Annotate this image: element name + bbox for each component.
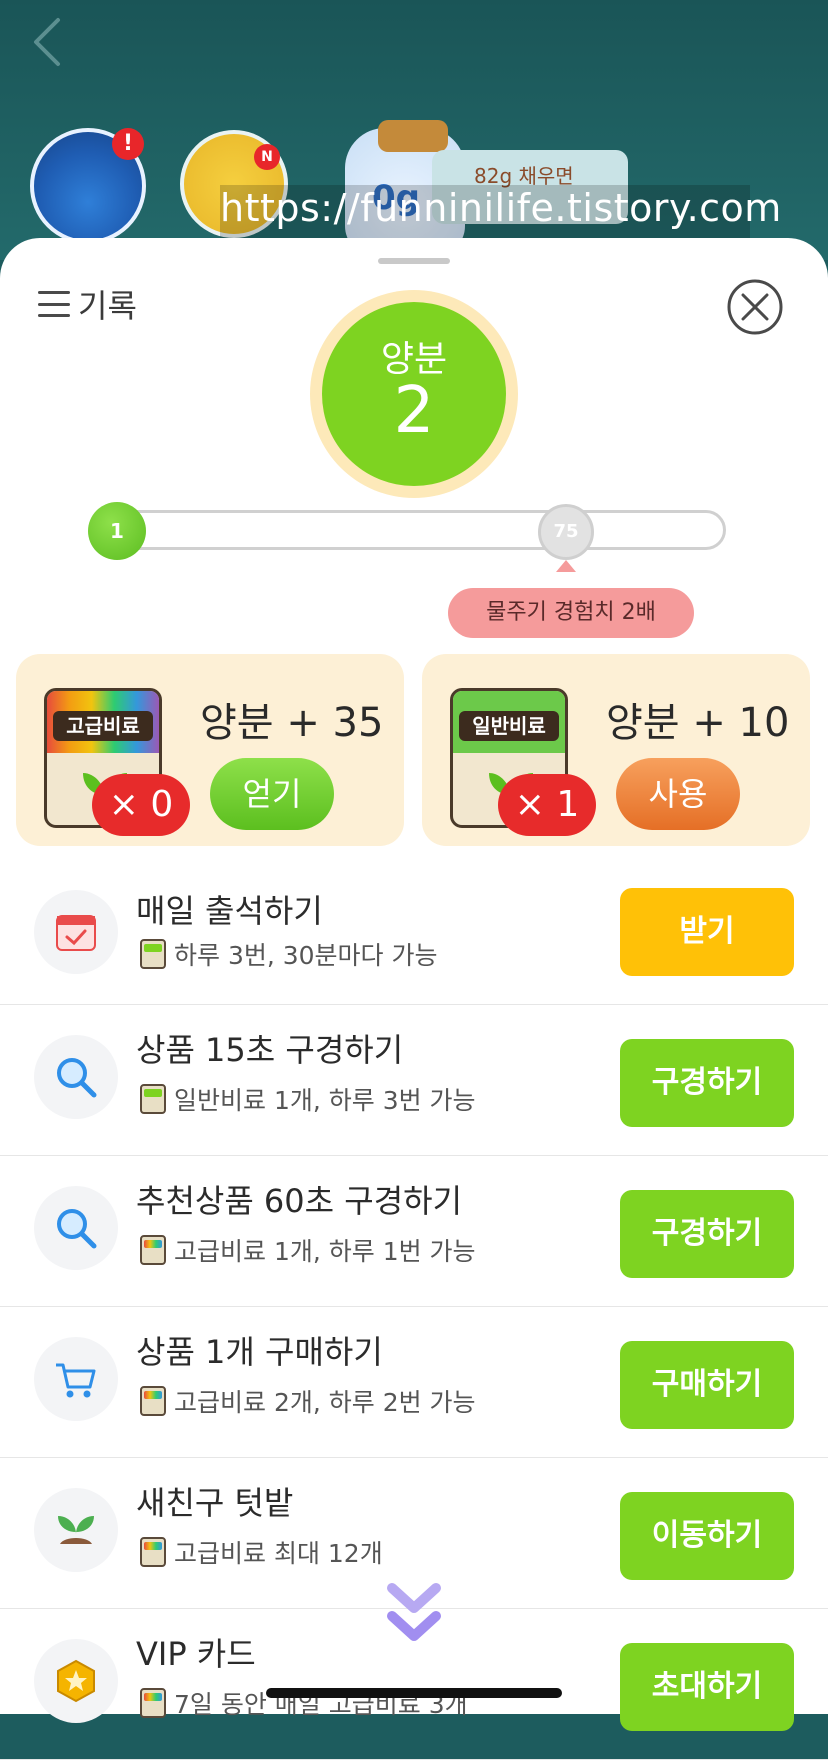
bag-label: 고급비료 xyxy=(53,711,153,741)
sheet-grabber[interactable] xyxy=(378,258,450,264)
task-subtitle: 고급비료 1개, 하루 1번 가능 xyxy=(140,1232,476,1268)
task-title: 상품 1개 구매하기 xyxy=(136,1333,383,1371)
move-button[interactable]: 이동하기 xyxy=(620,1492,794,1580)
claim-button[interactable]: 받기 xyxy=(620,888,794,976)
progress-end-marker: 75 xyxy=(538,504,594,560)
regular-fertilizer-icon xyxy=(140,1084,166,1114)
tooltip-arrow xyxy=(556,560,576,572)
menu-icon xyxy=(38,291,70,317)
progress-start-marker: 1 xyxy=(88,502,146,560)
double-chevron-down-icon[interactable] xyxy=(386,1580,442,1648)
task-title: VIP 카드 xyxy=(136,1635,256,1673)
bag-label: 일반비료 xyxy=(459,711,559,741)
list-item: 추천상품 60초 구경하기 고급비료 1개, 하루 1번 가능 구경하기 xyxy=(0,1156,828,1307)
watermark-text: https://funninilife.tistory.com xyxy=(220,186,782,230)
list-item: 상품 1개 구매하기 고급비료 2개, 하루 2번 가능 구매하기 xyxy=(0,1307,828,1458)
buy-button[interactable]: 구매하기 xyxy=(620,1341,794,1429)
regular-fertilizer-card: 일반비료 × 1 양분 + 10 사용 xyxy=(422,654,810,846)
fertilizer-amount: 양분 + 35 xyxy=(200,700,384,746)
task-subtitle: 일반비료 1개, 하루 3번 가능 xyxy=(140,1081,476,1117)
task-subtitle-text: 고급비료 1개, 하루 1번 가능 xyxy=(174,1237,476,1266)
fertilizer-count: × 0 xyxy=(92,774,190,836)
record-label: 기록 xyxy=(78,287,137,325)
calendar-icon xyxy=(34,890,118,974)
list-item: 매일 출석하기 하루 3번, 30분마다 가능 받기 xyxy=(0,866,828,1005)
premium-fertilizer-icon xyxy=(140,1235,166,1265)
task-subtitle: 하루 3번, 30분마다 가능 xyxy=(140,936,438,972)
progress-track xyxy=(92,510,726,550)
close-icon[interactable] xyxy=(726,278,784,336)
record-button[interactable]: 기록 xyxy=(38,284,137,325)
search-icon xyxy=(34,1035,118,1119)
search-icon xyxy=(34,1186,118,1270)
fertilizer-amount: 양분 + 10 xyxy=(606,700,790,746)
cart-icon xyxy=(34,1337,118,1421)
reward-tooltip: 물주기 경험치 2배 xyxy=(448,588,694,638)
sprout-icon xyxy=(34,1488,118,1572)
task-subtitle-text: 하루 3번, 30분마다 가능 xyxy=(174,941,438,970)
alert-badge: ! xyxy=(112,128,144,160)
nutrient-level-badge: 양분 2 xyxy=(322,302,506,486)
invite-button[interactable]: 초대하기 xyxy=(620,1643,794,1731)
get-fertilizer-button[interactable]: 얻기 xyxy=(210,758,334,830)
task-title: 새친구 텃밭 xyxy=(136,1484,294,1522)
home-indicator[interactable] xyxy=(266,1688,562,1698)
task-subtitle: 고급비료 2개, 하루 2번 가능 xyxy=(140,1383,476,1419)
premium-fertilizer-icon xyxy=(140,1537,166,1567)
task-title: 추천상품 60초 구경하기 xyxy=(136,1182,463,1220)
task-title: 상품 15초 구경하기 xyxy=(136,1031,404,1069)
chevron-left-icon[interactable] xyxy=(28,14,68,70)
task-subtitle-text: 일반비료 1개, 하루 3번 가능 xyxy=(174,1086,476,1115)
browse-button[interactable]: 구경하기 xyxy=(620,1039,794,1127)
premium-fertilizer-card: 고급비료 × 0 양분 + 35 얻기 xyxy=(16,654,404,846)
regular-fertilizer-icon xyxy=(140,939,166,969)
list-item: 상품 15초 구경하기 일반비료 1개, 하루 3번 가능 구경하기 xyxy=(0,1005,828,1156)
task-subtitle-text: 고급비료 최대 12개 xyxy=(174,1539,383,1568)
fertilizer-count: × 1 xyxy=(498,774,596,836)
task-subtitle-text: 고급비료 2개, 하루 2번 가능 xyxy=(174,1388,476,1417)
task-subtitle: 고급비료 최대 12개 xyxy=(140,1534,383,1570)
use-fertilizer-button[interactable]: 사용 xyxy=(616,758,740,830)
premium-fertilizer-icon xyxy=(140,1386,166,1416)
jar-lid xyxy=(378,120,448,152)
new-badge: N xyxy=(254,144,280,170)
browse-button[interactable]: 구경하기 xyxy=(620,1190,794,1278)
level-value: 2 xyxy=(393,374,435,448)
task-title: 매일 출석하기 xyxy=(136,892,323,930)
star-badge-icon xyxy=(34,1639,118,1723)
